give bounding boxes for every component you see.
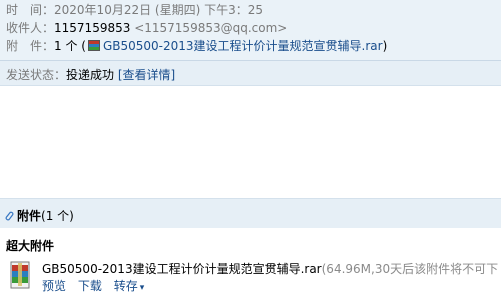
rar-file-icon [87, 40, 100, 51]
attachments-bar-count: (1 个) [41, 209, 74, 223]
mail-body [0, 86, 501, 198]
attachment-file-name: GB50500-2013建设工程计价计量规范宣贯辅导.rar(64.96M,30… [42, 260, 498, 277]
time-row: 时 间：2020年10月22日 (星期四) 下午3：25 [6, 2, 263, 18]
large-attachment-heading: 超大附件 [6, 239, 55, 253]
recipient-name[interactable]: 1157159853 [54, 21, 130, 35]
attachment-label: 附 件： [6, 39, 55, 53]
save-to-link[interactable]: 转存 ▾ [114, 279, 153, 293]
view-details-link[interactable]: [查看详情] [118, 68, 175, 82]
attachment-close: ) [382, 39, 388, 53]
send-status-bar: 发送状态：投递成功 [查看详情] [0, 61, 501, 86]
paperclip-icon [5, 211, 14, 221]
attachment-file-link[interactable]: GB50500-2013建设工程计价计量规范宣贯辅导.rar [103, 39, 383, 53]
attachment-count: 1 个 ( [54, 39, 86, 53]
preview-link[interactable]: 预览 [42, 279, 66, 293]
time-value: 2020年10月22日 (星期四) 下午3：25 [54, 3, 263, 17]
attachments-bar-title: 附件 [17, 209, 42, 223]
attachments-bar: 附件(1 个) [0, 198, 501, 228]
save-to-label: 转存 [113, 279, 138, 293]
download-link[interactable]: 下载 [78, 279, 102, 293]
chevron-down-icon: ▾ [139, 283, 145, 293]
recipient-label: 收件人： [6, 21, 55, 35]
recipient-row: 收件人：1157159853 <1157159853@qq.com> [6, 20, 287, 36]
send-status-value: 投递成功 [66, 68, 115, 82]
send-status-label: 发送状态： [6, 68, 67, 82]
attachment-row: 附 件：1 个 ( GB50500-2013建设工程计价计量规范宣贯辅导.rar) [6, 38, 387, 54]
time-label: 时 间： [6, 3, 55, 17]
mail-header: 时 间：2020年10月22日 (星期四) 下午3：25 收件人：1157159… [0, 0, 501, 60]
attachment-file-meta: (64.96M,30天后该附件将不可下 [321, 262, 499, 276]
archive-file-icon [10, 261, 30, 289]
attachment-actions: 预览 下载 转存 ▾ [42, 277, 152, 294]
recipient-email: <1157159853@qq.com> [134, 21, 288, 35]
attachment-file-name-text[interactable]: GB50500-2013建设工程计价计量规范宣贯辅导.rar [42, 262, 322, 276]
